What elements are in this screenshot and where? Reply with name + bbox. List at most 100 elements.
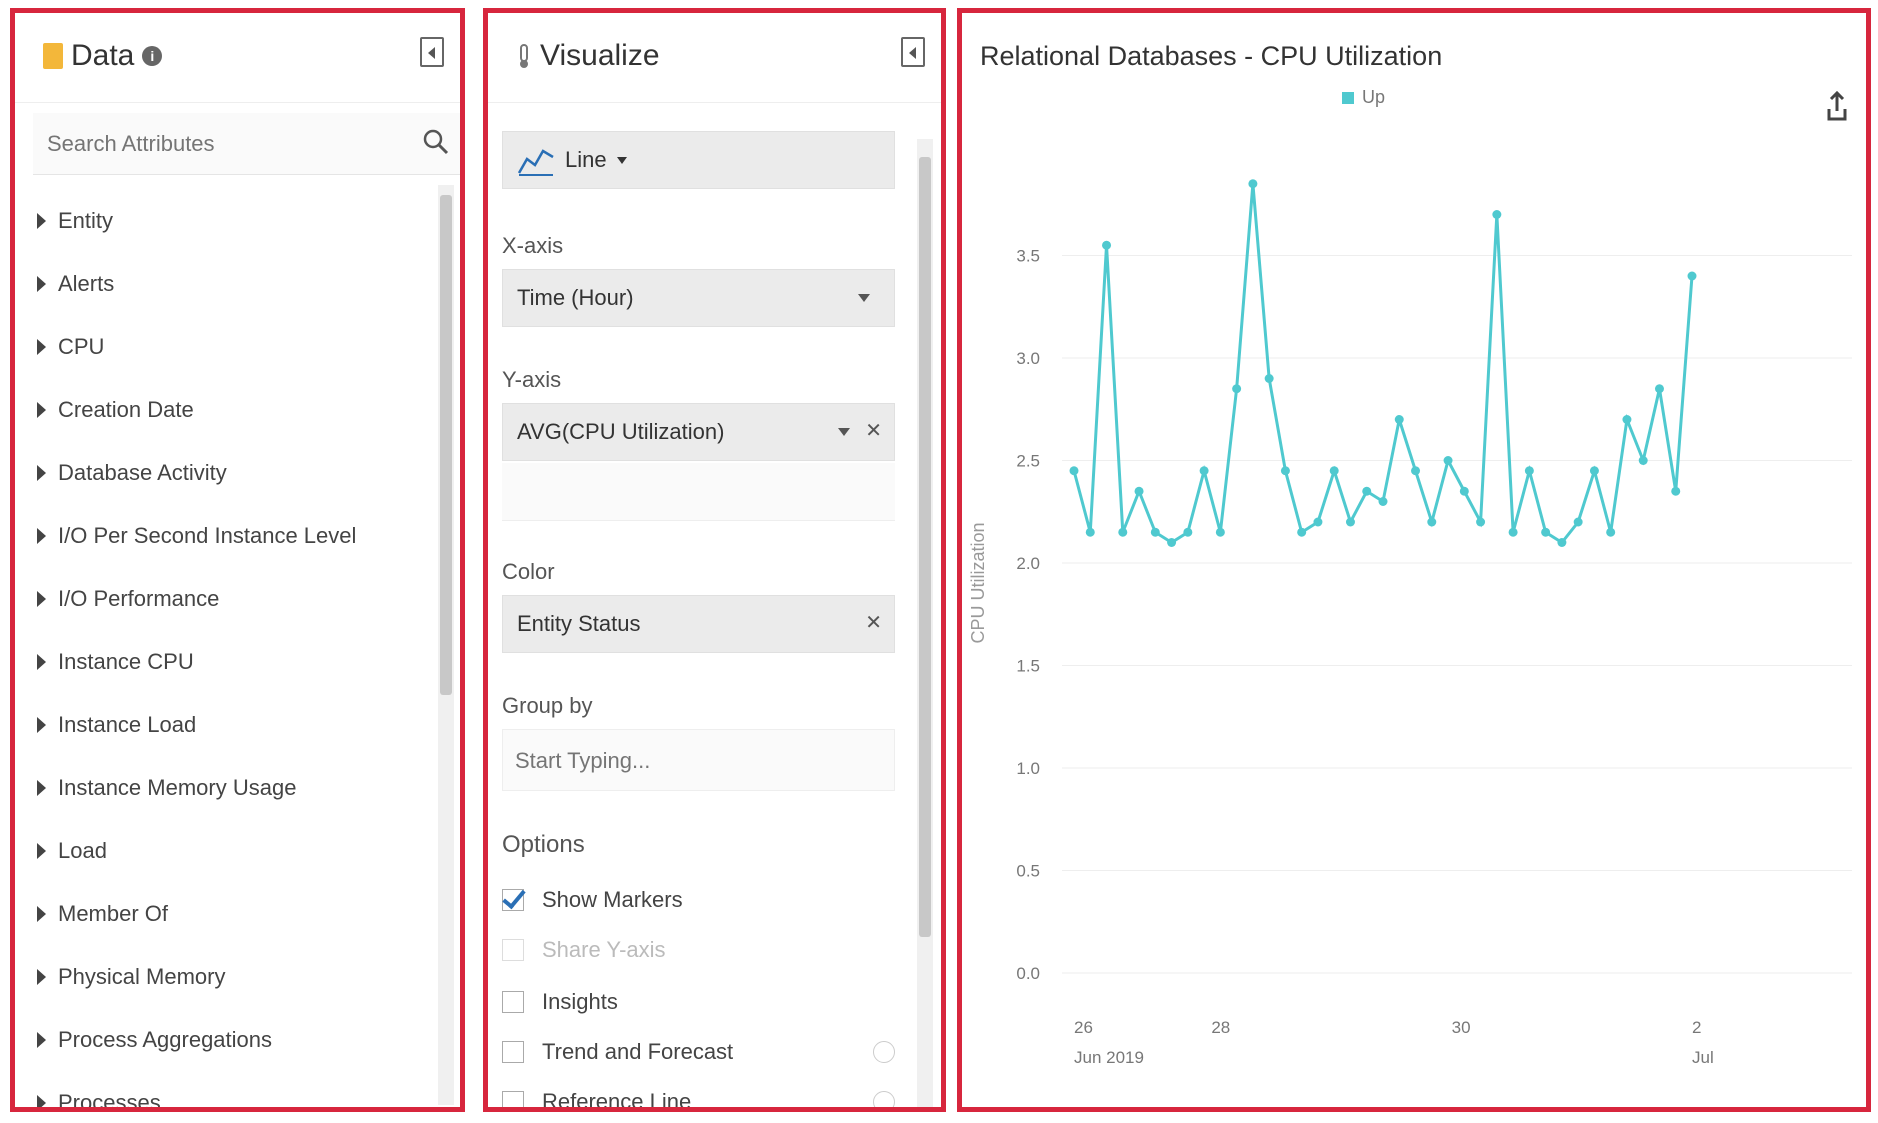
xaxis-label: X-axis [502, 233, 564, 258]
line-chart: 0.0 0.5 1.0 1.5 2.0 2.5 3.0 3.5 CPU Utilization 2… [968, 179, 1852, 1067]
attribute-item[interactable]: Database Activity [37, 441, 437, 504]
attribute-item[interactable]: Alerts [37, 252, 437, 315]
attribute-item[interactable]: Entity [37, 189, 437, 252]
search-attributes-input[interactable] [47, 131, 407, 157]
y-tick-label: 1.5 [1016, 657, 1040, 676]
y-tick-label: 2.5 [1016, 452, 1040, 471]
data-point [1654, 384, 1664, 394]
option-share-y-axis: Share Y-axis [502, 937, 895, 963]
chevron-down-icon [616, 156, 627, 164]
color-select[interactable]: Entity Status ✕ [502, 595, 895, 653]
attribute-item[interactable]: Physical Memory [37, 945, 437, 1008]
xaxis-value: Time (Hour) [517, 285, 634, 310]
line-chart-icon [517, 149, 554, 176]
visualize-title-label: Visualize [540, 39, 660, 72]
info-icon[interactable]: i [142, 46, 163, 66]
attribute-item[interactable]: CPU [37, 315, 437, 378]
attribute-label: Entity [58, 207, 114, 233]
search-icon[interactable] [423, 129, 449, 155]
data-point [1167, 538, 1177, 547]
data-point [1264, 374, 1274, 383]
y-tick-label: 1.0 [1016, 759, 1040, 778]
attribute-item[interactable]: Instance Memory Usage [37, 756, 437, 819]
data-point [1476, 517, 1486, 527]
attribute-item[interactable]: Process Aggregations [37, 1008, 437, 1071]
caret-right-icon [37, 401, 46, 418]
xaxis-select[interactable]: Time (Hour) [502, 269, 895, 327]
attribute-label: Member Of [58, 900, 169, 926]
data-point [1508, 527, 1518, 537]
attribute-item[interactable]: Instance CPU [37, 630, 437, 693]
option-label: Reference Line [542, 1089, 692, 1112]
attribute-label: Alerts [58, 270, 115, 296]
data-point [1378, 497, 1388, 506]
attribute-label: I/O Per Second Instance Level [58, 522, 357, 548]
data-point [1606, 527, 1616, 537]
data-point [1085, 527, 1095, 537]
yaxis-label: Y-axis [502, 367, 562, 392]
attribute-list-scrollbar[interactable] [438, 185, 454, 1105]
option-trend-and-forecast[interactable]: Trend and Forecast [502, 1039, 895, 1065]
data-panel-header: Data i [15, 13, 460, 103]
gear-icon[interactable] [873, 1091, 895, 1107]
collapse-data-panel-button[interactable] [420, 37, 444, 67]
close-icon[interactable]: ✕ [865, 610, 882, 635]
caret-right-icon [37, 212, 46, 229]
data-point [1638, 456, 1648, 465]
attribute-item[interactable]: Member Of [37, 882, 437, 945]
data-point [1232, 384, 1242, 394]
checkbox[interactable] [502, 889, 524, 911]
attribute-label: Load [58, 837, 107, 863]
data-point [1427, 517, 1437, 527]
chart-type-dropdown[interactable]: Line [502, 131, 895, 189]
checkbox[interactable] [502, 991, 524, 1013]
search-attributes-box [33, 113, 460, 175]
yaxis-select[interactable]: AVG(CPU Utilization) ✕ [502, 403, 895, 461]
data-point [1280, 466, 1290, 476]
option-label: Trend and Forecast [542, 1039, 734, 1064]
option-label: Share Y-axis [542, 937, 666, 962]
attribute-item[interactable]: Processes [37, 1071, 437, 1107]
data-panel-title: Data i [43, 39, 163, 73]
x-tick-label: 2 [1692, 1018, 1701, 1037]
option-insights[interactable]: Insights [502, 989, 895, 1015]
option-show-markers[interactable]: Show Markers [502, 887, 895, 913]
chevron-down-icon [838, 428, 850, 436]
data-point [1524, 466, 1534, 476]
groupby-input[interactable] [515, 748, 875, 774]
groupby-label: Group by [502, 693, 593, 718]
attribute-label: Instance Load [58, 711, 197, 737]
data-point [1622, 415, 1632, 424]
attribute-list-scrollbar-thumb[interactable] [440, 195, 452, 695]
yaxis-add-area[interactable] [502, 463, 895, 521]
caret-right-icon [37, 1031, 46, 1048]
attribute-item[interactable]: Load [37, 819, 437, 882]
data-point [1215, 527, 1225, 537]
data-point [1541, 527, 1551, 537]
data-point [1362, 486, 1372, 496]
option-reference-line[interactable]: Reference Line [502, 1089, 895, 1112]
color-label: Color [502, 559, 555, 584]
caret-right-icon [37, 590, 46, 607]
y-tick-label: 0.0 [1016, 964, 1040, 983]
checkbox[interactable] [502, 1091, 524, 1107]
attribute-item[interactable]: Creation Date [37, 378, 437, 441]
attribute-item[interactable]: I/O Per Second Instance Level [37, 504, 437, 567]
caret-right-icon [37, 1094, 46, 1107]
attribute-label: Process Aggregations [58, 1026, 273, 1052]
help-icon[interactable] [873, 1041, 895, 1063]
visualize-scrollbar-thumb[interactable] [919, 157, 931, 937]
collapse-visualize-panel-button[interactable] [901, 37, 925, 67]
attribute-label: Physical Memory [58, 963, 226, 989]
close-icon[interactable]: ✕ [865, 418, 882, 443]
data-point [1345, 517, 1355, 527]
attribute-item[interactable]: Instance Load [37, 693, 437, 756]
visualize-scrollbar[interactable] [917, 139, 933, 1107]
options-title: Options [502, 831, 585, 858]
visualize-panel: Visualize Line X-axis Time (Hour) Y-axis… [483, 8, 946, 1112]
data-point [1573, 517, 1583, 527]
data-point [1248, 179, 1258, 189]
checkbox[interactable] [502, 1041, 524, 1063]
data-point [1443, 456, 1453, 465]
attribute-item[interactable]: I/O Performance [37, 567, 437, 630]
